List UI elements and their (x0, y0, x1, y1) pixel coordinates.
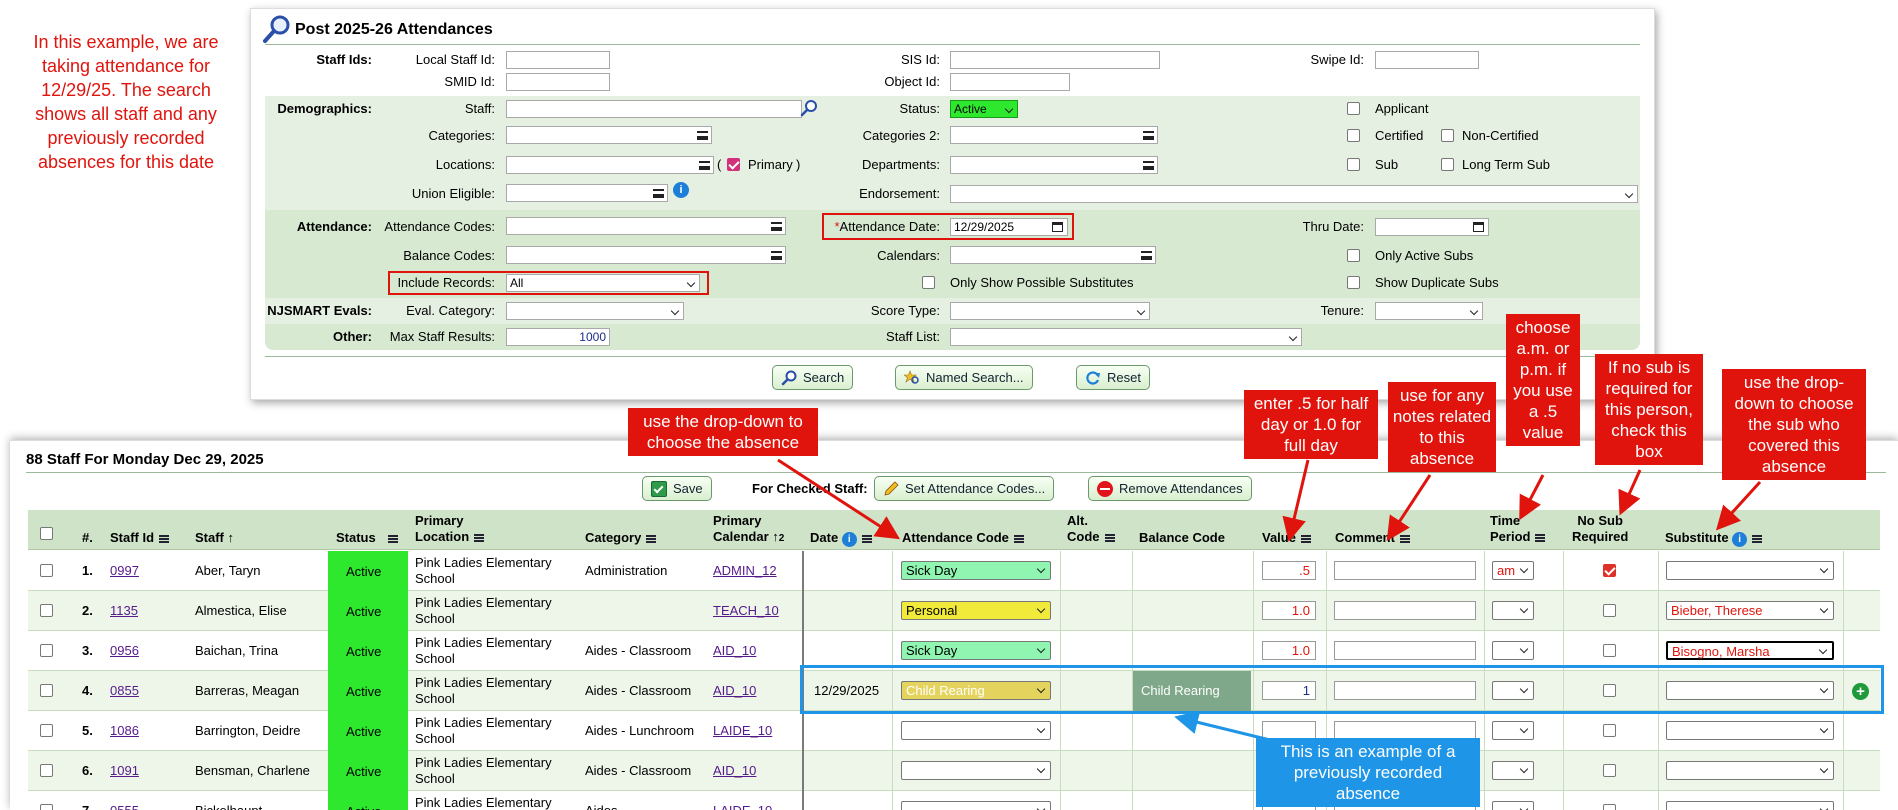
arrow-substitute (1715, 480, 1762, 531)
arrow-previous (1174, 710, 1271, 742)
arrow-comment (1386, 474, 1432, 542)
arrow-nosub (1618, 469, 1642, 516)
arrow-absence (777, 458, 901, 540)
arrow-time (1519, 474, 1545, 521)
arrow-value (1282, 459, 1310, 542)
callout-arrows (777, 458, 1762, 742)
